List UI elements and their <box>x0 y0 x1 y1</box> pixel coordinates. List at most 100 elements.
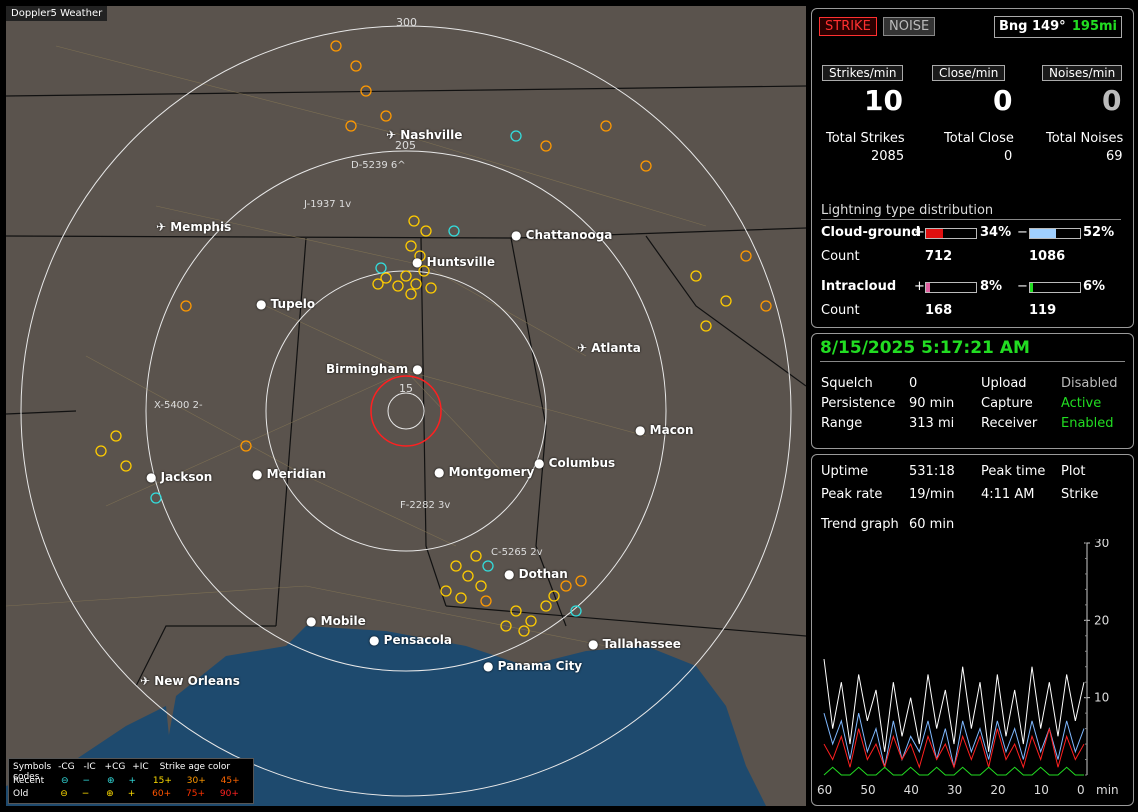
city-dothan: ● Dothan <box>504 567 568 581</box>
persistence-label: Persistence <box>821 396 896 411</box>
receiver-value: Enabled <box>1061 416 1114 431</box>
uptime-value: 531:18 <box>909 464 955 479</box>
city-meridian: ● Meridian <box>252 467 327 481</box>
receiver-label: Receiver <box>981 416 1038 431</box>
x-tick-label: 50 <box>860 783 875 797</box>
total-close-label: Total Close <box>944 131 1014 146</box>
noise-button[interactable]: NOISE <box>883 17 936 36</box>
cg-pos-sign: + <box>914 225 925 240</box>
cg-label: Cloud-ground <box>821 225 921 240</box>
status-panel: 8/15/2025 5:17:21 AM Squelch 0 Upload Di… <box>811 333 1134 449</box>
close-rate-label: Close/min <box>932 65 1006 81</box>
peak-time-label: Peak time <box>981 464 1046 479</box>
ring-label-outer: 300 <box>396 16 417 29</box>
symbol-legend: Symbols -CG -IC +CG +IC Strike age color… <box>8 758 254 804</box>
city-mobile: ● Mobile <box>306 614 366 628</box>
city-label: Meridian <box>266 467 327 481</box>
cg-pos-pct: 34% <box>980 225 1012 240</box>
y-tick-label: 10 <box>1094 691 1109 705</box>
range-label: Range <box>821 416 863 431</box>
x-tick-label: 60 <box>817 783 832 797</box>
ic-pos-count: 168 <box>925 303 953 318</box>
distribution-title: Lightning type distribution <box>821 203 994 218</box>
x-tick-label: 10 <box>1034 783 1049 797</box>
legend-old-row: Old ⊖ − ⊕ + 60+ 75+ 90+ <box>13 789 239 799</box>
legend-neg-ic: -IC <box>83 762 96 772</box>
legend-code: 45+ <box>220 776 240 786</box>
city-label: Atlanta <box>591 341 641 355</box>
distance-value: 195mi <box>1071 19 1117 34</box>
trend-series-0 <box>823 658 1085 752</box>
legend-code: 75+ <box>186 789 205 799</box>
legend-recent-row: Recent ⊖ − ⊕ + 15+ 30+ 45+ <box>13 776 240 786</box>
trend-chart: 30 20 10 60 50 40 30 20 10 0 min <box>817 539 1119 797</box>
divider <box>820 361 1125 362</box>
city-label: Columbus <box>548 456 616 470</box>
counts-panel: STRIKE NOISE Bng 149° 195mi Strikes/min … <box>811 8 1134 328</box>
bearing-box: Bng 149° 195mi <box>994 16 1122 38</box>
city-columbus: ● Columbus <box>534 456 616 470</box>
strike-button[interactable]: STRIKE <box>819 17 877 36</box>
city-label: Memphis <box>170 220 232 234</box>
cg-count-label: Count <box>821 249 860 264</box>
city-chattanooga: ● Chattanooga <box>511 228 613 242</box>
map-title: Doppler5 Weather <box>6 6 108 21</box>
station-label: F-2282 3v <box>400 500 451 511</box>
total-strikes-value: 2085 <box>871 149 905 164</box>
station-label: X-5400 2- <box>154 400 203 411</box>
peak-rate-value: 19/min <box>909 487 955 502</box>
city-tupelo: ● Tupelo <box>256 297 316 311</box>
city-tallahassee: ● Tallahassee <box>588 637 681 651</box>
y-tick-label: 20 <box>1094 613 1109 627</box>
divider <box>821 219 1121 220</box>
bearing-value: Bng 149° <box>999 19 1066 34</box>
ic-pos-pct: 8% <box>980 279 1003 294</box>
city-label: New Orleans <box>154 674 240 688</box>
ring-label-inner: 15 <box>399 382 413 395</box>
cg-neg-bar-fill <box>1030 229 1056 238</box>
city-label: Birmingham <box>326 362 409 376</box>
station-label: C-5265 2v <box>491 547 543 558</box>
city-jackson: ● Jackson <box>146 470 213 484</box>
x-tick-label: 30 <box>947 783 962 797</box>
ic-neg-sign: − <box>1017 279 1028 294</box>
trend-label: Trend graph <box>821 517 899 532</box>
city-pensacola: ● Pensacola <box>369 633 452 647</box>
squelch-label: Squelch <box>821 376 873 391</box>
datetime: 8/15/2025 5:17:21 AM <box>820 338 1030 358</box>
city-nashville: ✈ Nashville <box>386 128 463 142</box>
legend-pos-cg: +CG <box>104 762 126 772</box>
squelch-value: 0 <box>909 376 918 391</box>
legend-code: 30+ <box>186 776 206 786</box>
legend-code: 90+ <box>219 789 239 799</box>
close-rate-value: 0 <box>993 84 1013 117</box>
legend-symbols-label: Symbols <box>13 762 52 772</box>
city-label: Jackson <box>160 470 213 484</box>
city-label: Dothan <box>518 567 568 581</box>
peak-time-value: 4:11 AM <box>981 487 1035 502</box>
city-label: Mobile <box>320 614 366 628</box>
cg-pos-count: 712 <box>925 249 953 264</box>
y-tick-label: 30 <box>1094 539 1109 550</box>
total-strikes-label: Total Strikes <box>826 131 905 146</box>
city-label: Huntsville <box>426 255 495 269</box>
total-close-value: 0 <box>1004 149 1013 164</box>
city-montgomery: ● Montgomery <box>434 465 535 479</box>
cg-neg-count: 1086 <box>1029 249 1066 264</box>
upload-value: Disabled <box>1061 376 1118 391</box>
legend-neg-cg: -CG <box>58 762 75 772</box>
station-label: J-1937 1v <box>304 199 352 210</box>
city-label: Tupelo <box>270 297 316 311</box>
noises-rate-value: 0 <box>1102 84 1122 117</box>
plot-label: Plot <box>1061 464 1086 479</box>
legend-recent-label: Recent <box>13 776 45 786</box>
ic-pos-bar-fill <box>926 283 930 292</box>
trend-value: 60 min <box>909 517 955 532</box>
cg-neg-bar <box>1029 228 1081 239</box>
total-noises-label: Total Noises <box>1046 131 1124 146</box>
ic-count-label: Count <box>821 303 860 318</box>
lightning-map[interactable]: Doppler5 Weather 300 205 15 ✈ Nashville … <box>6 6 806 806</box>
total-noises-value: 69 <box>1106 149 1123 164</box>
city-panama-city: ● Panama City <box>483 659 583 673</box>
city-label: Montgomery <box>448 465 535 479</box>
